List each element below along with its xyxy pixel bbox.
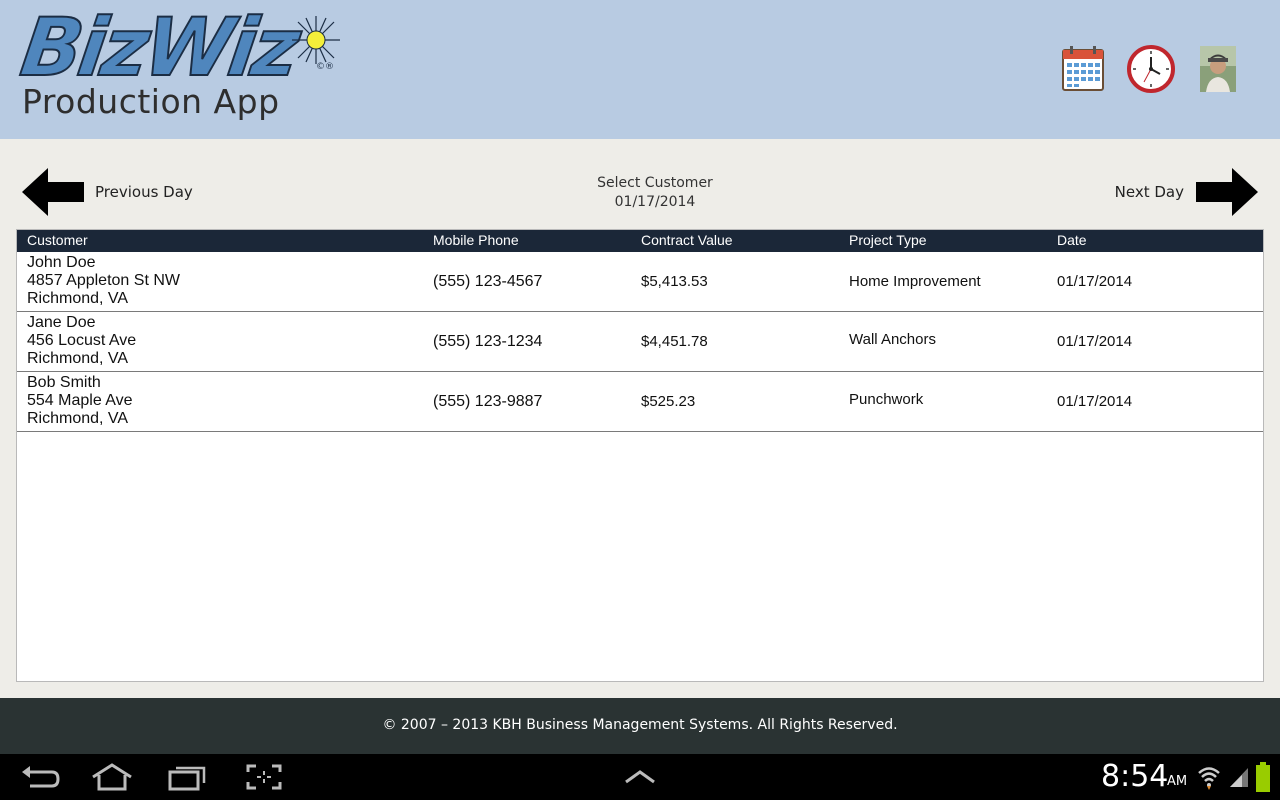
column-header-customer: Customer <box>27 232 88 248</box>
next-day-button[interactable]: Next Day <box>1060 166 1260 218</box>
screenshot-icon[interactable] <box>242 762 286 792</box>
customer-city: Richmond, VA <box>27 350 129 367</box>
calendar-icon[interactable] <box>1058 44 1108 94</box>
table-row[interactable]: Bob Smith 554 Maple Ave Richmond, VA (55… <box>17 372 1263 432</box>
customer-address: 554 Maple Ave <box>27 392 133 409</box>
customer-cell: John Doe 4857 Appleton St NW Richmond, V… <box>27 254 180 308</box>
date-cell: 01/17/2014 <box>1057 393 1133 410</box>
logo-title: BizWiz <box>15 0 303 95</box>
arrow-left-icon <box>22 168 84 216</box>
customer-cell: Bob Smith 554 Maple Ave Richmond, VA <box>27 374 133 428</box>
contract-value-cell: $4,451.78 <box>641 333 708 350</box>
customer-name: Jane Doe <box>27 314 96 331</box>
contract-value-cell: $5,413.53 <box>641 273 708 290</box>
select-customer-heading: Select Customer 01/17/2014 <box>540 174 770 212</box>
user-avatar[interactable] <box>1200 46 1236 92</box>
column-header-project-type: Project Type <box>849 232 927 248</box>
customer-city: Richmond, VA <box>27 290 129 307</box>
mobile-phone-cell: (555) 123-1234 <box>433 333 543 350</box>
logo-registered-mark: ©® <box>316 62 334 72</box>
chevron-up-icon[interactable] <box>618 762 662 792</box>
app-header: BizWiz ©® Production App <box>0 0 1280 139</box>
table-row[interactable]: John Doe 4857 Appleton St NW Richmond, V… <box>17 252 1263 312</box>
bizwiz-logo: BizWiz ©® Production App <box>15 0 350 126</box>
date-cell: 01/17/2014 <box>1057 273 1133 290</box>
logo-subtitle: Production App <box>22 82 280 121</box>
project-type-cell: Punchwork <box>849 391 924 408</box>
column-header-contract-value: Contract Value <box>641 232 733 248</box>
customer-cell: Jane Doe 456 Locust Ave Richmond, VA <box>27 314 136 368</box>
customer-address: 456 Locust Ave <box>27 332 137 349</box>
battery-icon <box>1256 762 1270 792</box>
wifi-icon <box>1198 767 1220 790</box>
date-cell: 01/17/2014 <box>1057 333 1133 350</box>
column-header-date: Date <box>1057 232 1087 248</box>
signal-icon <box>1230 768 1248 787</box>
copyright-text: © 2007 – 2013 KBH Business Management Sy… <box>382 717 898 733</box>
current-date: 01/17/2014 <box>614 194 696 210</box>
customer-name: Bob Smith <box>27 374 101 391</box>
customer-table: Customer Mobile Phone Contract Value Pro… <box>16 229 1264 682</box>
back-icon[interactable] <box>18 762 62 792</box>
column-header-mobile-phone: Mobile Phone <box>433 232 519 248</box>
next-day-label: Next Day <box>1114 183 1184 201</box>
previous-day-button[interactable]: Previous Day <box>20 166 220 218</box>
status-ampm: AM <box>1167 774 1188 789</box>
recent-apps-icon[interactable] <box>166 762 210 792</box>
customer-city: Richmond, VA <box>27 410 129 427</box>
status-time: 8:54 <box>1101 759 1169 794</box>
contract-value-cell: $525.23 <box>641 393 696 410</box>
clock-icon[interactable] <box>1126 44 1176 94</box>
project-type-cell: Home Improvement <box>849 273 981 290</box>
table-header: Customer Mobile Phone Contract Value Pro… <box>17 230 1263 252</box>
project-type-cell: Wall Anchors <box>849 331 936 348</box>
table-row[interactable]: Jane Doe 456 Locust Ave Richmond, VA (55… <box>17 312 1263 372</box>
select-customer-title: Select Customer <box>597 175 713 191</box>
previous-day-label: Previous Day <box>95 183 193 201</box>
arrow-right-icon <box>1196 168 1258 216</box>
home-icon[interactable] <box>90 762 134 792</box>
mobile-phone-cell: (555) 123-9887 <box>433 393 543 410</box>
app-footer: © 2007 – 2013 KBH Business Management Sy… <box>0 698 1280 754</box>
mobile-phone-cell: (555) 123-4567 <box>433 273 543 290</box>
system-navigation-bar: 8:54 AM <box>0 754 1280 800</box>
customer-name: John Doe <box>27 254 96 271</box>
sparkle-icon <box>292 16 340 64</box>
customer-address: 4857 Appleton St NW <box>27 272 180 289</box>
